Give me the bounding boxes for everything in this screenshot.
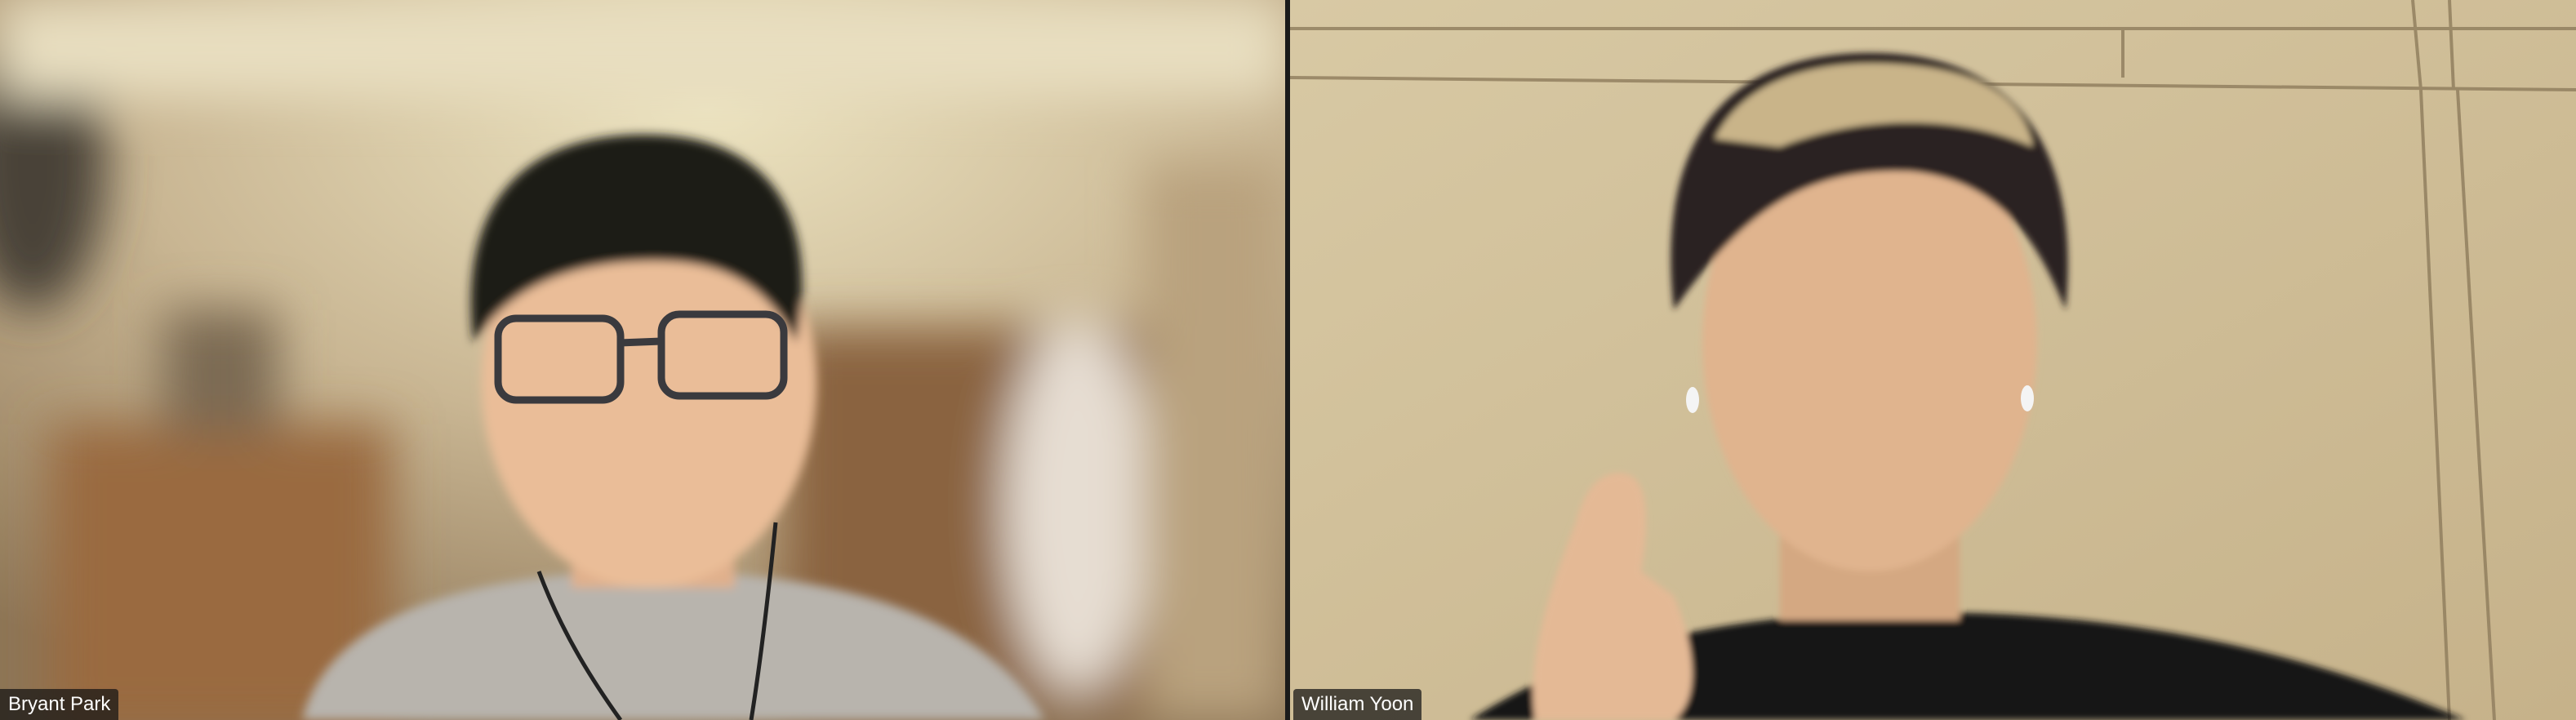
participant-name-label: Bryant Park: [0, 689, 119, 720]
video-gallery: Bryant Park William Yoon: [0, 0, 2576, 720]
participant-tile-bryant-park[interactable]: Bryant Park: [0, 0, 1285, 720]
participant-video-feed: [1290, 0, 2576, 720]
participant-video-feed: [0, 0, 1285, 720]
participant-name-label: William Yoon: [1293, 689, 1422, 720]
participant-tile-william-yoon[interactable]: William Yoon: [1290, 0, 2576, 720]
